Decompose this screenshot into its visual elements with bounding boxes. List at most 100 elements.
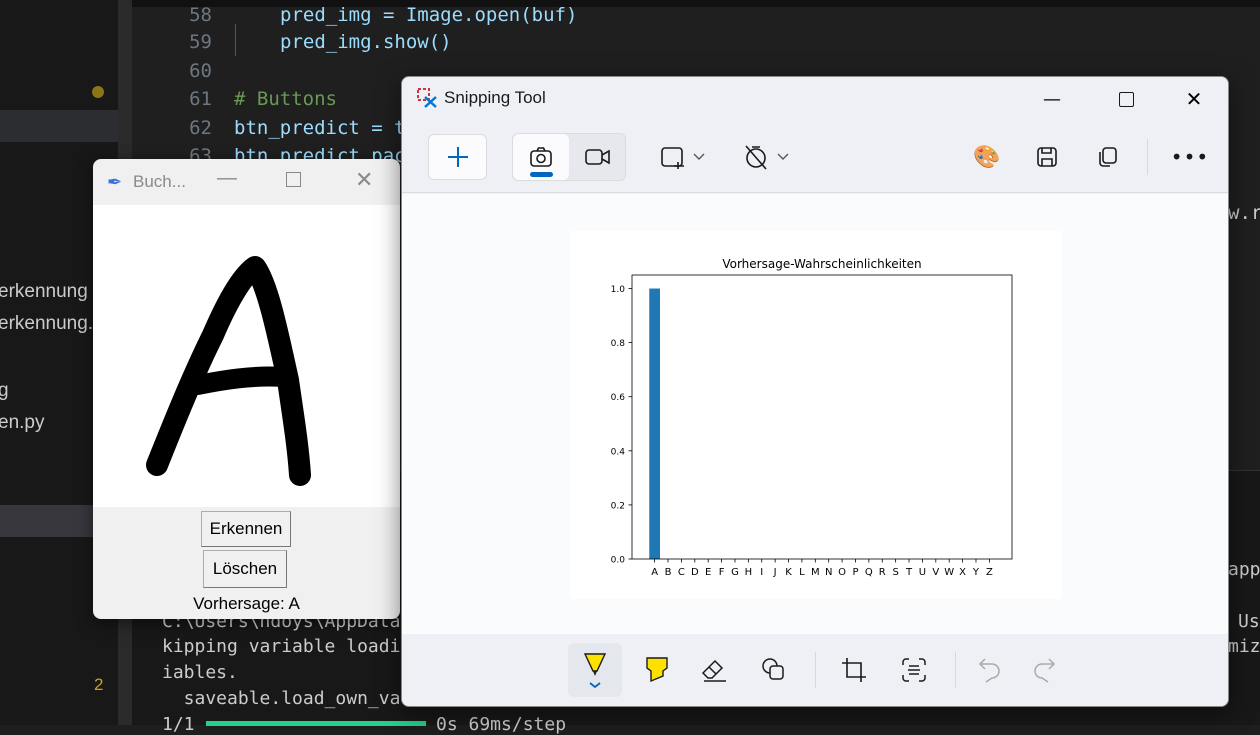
modified-dot-icon xyxy=(92,86,104,98)
toolbar: 🎨 ••• xyxy=(402,121,1228,193)
copy-icon xyxy=(1099,147,1117,167)
divider xyxy=(1147,139,1148,175)
x-tick-label: T xyxy=(905,567,913,578)
ballpoint-pen-button[interactable] xyxy=(568,643,622,697)
x-tick-label: X xyxy=(959,567,966,578)
minimize-button[interactable]: — xyxy=(217,167,237,190)
active-indicator xyxy=(530,172,553,177)
shapes-button[interactable] xyxy=(752,648,796,692)
file-item[interactable]: g xyxy=(0,380,9,402)
copy-button[interactable] xyxy=(1087,141,1127,173)
x-tick-label: G xyxy=(731,567,739,578)
terminal-line: saveable.load_own_va xyxy=(162,688,401,709)
no-timer-icon xyxy=(745,145,789,170)
line-number: 59 xyxy=(189,31,212,53)
x-tick-label: J xyxy=(773,567,777,578)
undo-icon xyxy=(978,658,1000,683)
x-tick-label: E xyxy=(705,567,711,578)
y-tick-label: 1.0 xyxy=(611,285,626,295)
timer-dropdown[interactable] xyxy=(740,141,796,173)
code-line: pred_img.show() xyxy=(280,31,452,53)
y-tick-label: 0.0 xyxy=(611,556,626,566)
x-tick-label: B xyxy=(665,567,672,578)
y-tick-label: 0.8 xyxy=(611,339,626,349)
file-item[interactable]: erkennung xyxy=(0,281,88,303)
x-tick-label: A xyxy=(651,567,658,578)
x-tick-label: Y xyxy=(972,567,980,578)
line-number: 61 xyxy=(189,88,212,110)
x-tick-label: K xyxy=(785,567,792,578)
x-tick-label: R xyxy=(879,567,886,578)
file-item[interactable]: en.py xyxy=(0,412,44,434)
y-tick-label: 0.6 xyxy=(611,393,626,403)
recognize-button[interactable]: Erkennen xyxy=(201,511,291,547)
save-button[interactable] xyxy=(1027,141,1067,173)
prediction-label: Vorhersage: A xyxy=(193,594,300,613)
x-tick-label: F xyxy=(719,567,725,578)
x-tick-label: I xyxy=(760,567,763,578)
highlighter-icon xyxy=(646,657,668,683)
x-tick-label: W xyxy=(944,567,954,578)
x-tick-label: O xyxy=(838,567,846,578)
code-line: # Buttons xyxy=(234,88,337,110)
terminal-fragment: Us xyxy=(1238,611,1260,632)
x-tick-label: Z xyxy=(986,567,993,578)
drawn-letter-a xyxy=(146,256,311,486)
x-tick-label: M xyxy=(811,567,820,578)
video-mode-button[interactable] xyxy=(571,134,625,180)
divider xyxy=(955,652,956,688)
save-icon xyxy=(1037,147,1057,167)
x-tick-label: H xyxy=(745,567,753,578)
problem-badge: 2 xyxy=(94,675,104,694)
line-number: 58 xyxy=(189,4,212,26)
crop-icon xyxy=(842,658,866,682)
clear-button[interactable]: Löschen xyxy=(203,550,287,588)
selected-row xyxy=(0,110,118,142)
eraser-button[interactable] xyxy=(692,648,736,692)
captured-image: A B C D E F G H I J K L M N O P Q R S T U V W X Y Z 0.0 0.2 0.4 0.6 0.… xyxy=(570,231,1062,599)
screenshot-mode-button[interactable] xyxy=(513,134,569,180)
chart-title: Vorhersage-Wahrscheinlichkeiten xyxy=(722,257,921,271)
y-tick-label: 0.4 xyxy=(611,447,626,457)
snipping-tool-window: Snipping Tool — ✕ 🎨 ••• A B C D E F G H … xyxy=(401,76,1229,707)
line-number: 62 xyxy=(189,117,212,139)
edit-in-paint-button[interactable]: 🎨 xyxy=(967,141,1007,173)
maximize-button[interactable] xyxy=(1106,83,1146,115)
code-fragment: w.r xyxy=(1228,202,1260,224)
plot-frame xyxy=(631,274,1013,560)
new-snip-button[interactable] xyxy=(428,134,487,180)
window-title: Buch... xyxy=(133,172,186,191)
x-tick-label: S xyxy=(892,567,898,578)
snip-shape-dropdown[interactable] xyxy=(656,141,712,173)
file-item[interactable]: erkennung. xyxy=(0,313,93,335)
camera-icon xyxy=(530,147,552,167)
redo-button[interactable] xyxy=(1022,648,1066,692)
feather-icon: ✒ xyxy=(107,171,123,192)
close-button[interactable]: ✕ xyxy=(355,167,373,193)
drawing-canvas[interactable] xyxy=(93,205,400,507)
crop-button[interactable] xyxy=(832,648,876,692)
title-bar[interactable]: Snipping Tool — ✕ xyxy=(402,77,1228,121)
probability-chart: A B C D E F G H I J K L M N O P Q R S T U V W X Y Z 0.0 0.2 0.4 0.6 0.… xyxy=(611,257,1013,578)
snip-preview: A B C D E F G H I J K L M N O P Q R S T U V W X Y Z 0.0 0.2 0.4 0.6 0.… xyxy=(402,194,1228,634)
highlighter-button[interactable] xyxy=(635,648,679,692)
markup-toolbar xyxy=(402,634,1228,706)
more-options-button[interactable]: ••• xyxy=(1170,141,1210,173)
x-tick-label: N xyxy=(825,567,832,578)
close-button[interactable]: ✕ xyxy=(1174,83,1214,115)
x-tick-label: C xyxy=(678,567,685,578)
snipping-tool-icon xyxy=(416,87,438,109)
title-bar[interactable]: ✒ Buch... — ✕ xyxy=(93,159,400,205)
palette-icon: 🎨 xyxy=(973,144,1001,170)
eraser-icon xyxy=(701,659,726,682)
maximize-button[interactable] xyxy=(286,172,301,187)
code-line: btn_predict = t xyxy=(234,117,406,139)
minimize-button[interactable]: — xyxy=(1032,83,1072,115)
line-number: 60 xyxy=(189,60,212,82)
code-line: pred_img = Image.open(buf) xyxy=(280,4,578,26)
y-tick-label: 0.2 xyxy=(611,501,625,511)
bar-A xyxy=(649,288,660,559)
undo-button[interactable] xyxy=(968,648,1012,692)
text-actions-button[interactable] xyxy=(892,648,936,692)
terminal-line: kipping variable loadi xyxy=(162,636,401,657)
